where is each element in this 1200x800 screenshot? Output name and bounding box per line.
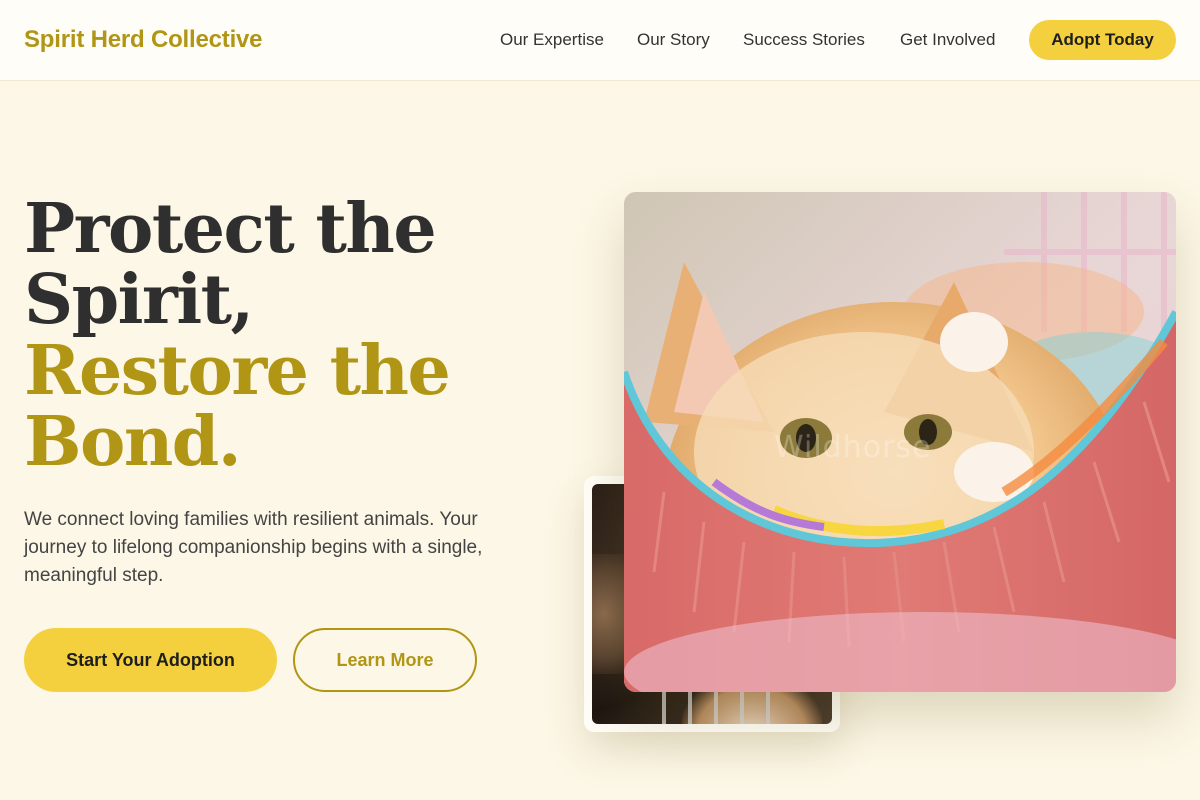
brand-logo-text[interactable]: Spirit Herd Collective — [24, 24, 263, 56]
hero-lead-text: We connect loving families with resilien… — [24, 509, 483, 586]
nav-link-get-involved[interactable]: Get Involved — [900, 28, 995, 52]
kitten-in-hammock-photo: Wildhorse — [624, 192, 1176, 692]
site-header: Spirit Herd Collective Our Expertise Our… — [0, 0, 1200, 81]
nav-link-our-story[interactable]: Our Story — [637, 28, 710, 52]
hero-headline: Protect the Spirit, Restore the Bond. — [24, 194, 544, 478]
headline-line-3: Restore the — [24, 331, 451, 411]
headline-line-2: Spirit, — [24, 260, 254, 340]
nav-link-success-stories[interactable]: Success Stories — [743, 28, 865, 52]
headline-line-4: Bond. — [24, 402, 242, 482]
headline-line-1: Protect the — [24, 189, 437, 269]
photo-watermark: Wildhorse — [774, 430, 932, 465]
nav-link-our-expertise[interactable]: Our Expertise — [500, 28, 604, 52]
start-adoption-button[interactable]: Start Your Adoption — [24, 628, 277, 692]
kennel-bars-shape — [662, 688, 772, 724]
adopt-today-button[interactable]: Adopt Today — [1029, 20, 1176, 60]
learn-more-button[interactable]: Learn More — [293, 628, 477, 692]
